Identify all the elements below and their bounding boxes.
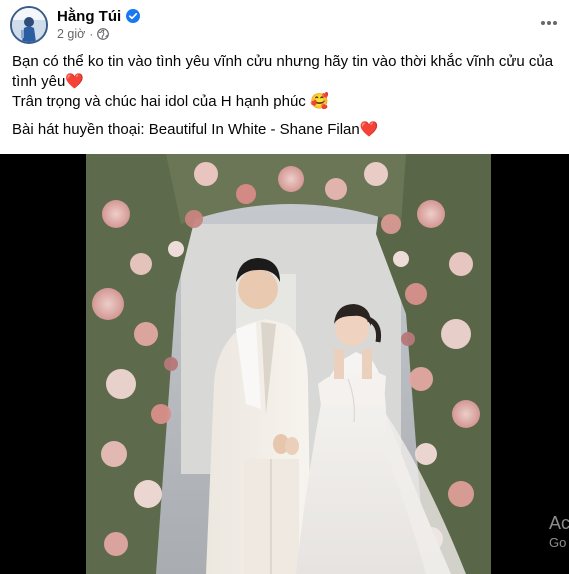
post-media[interactable]: Ac Go [0, 154, 569, 574]
author-avatar[interactable] [10, 6, 48, 44]
post-meta: 2 giờ · [57, 27, 110, 41]
message-line: Bài hát huyền thoại: Beautiful In White … [12, 121, 379, 138]
message-line: Bạn có thể ko tin vào tình yêu vĩnh cửu … [12, 53, 554, 90]
more-horizontal-icon [541, 21, 557, 25]
verified-badge-icon [126, 9, 141, 23]
more-options-button[interactable] [538, 12, 560, 34]
post-message: Bạn có thể ko tin vào tình yêu vĩnh cửu … [12, 52, 557, 140]
smiling-face-with-hearts-emoji: 🥰 [309, 93, 329, 110]
post-time[interactable]: 2 giờ [57, 27, 85, 41]
wedding-photo[interactable] [86, 154, 491, 574]
meta-separator: · [89, 27, 94, 41]
globe-icon[interactable] [97, 28, 110, 40]
red-heart-emoji: ❤️ [65, 73, 85, 90]
author-name[interactable]: Hằng Túi [57, 8, 121, 25]
post-header: Hằng Túi 2 giờ · [0, 0, 569, 48]
message-line: Trân trọng và chúc hai idol của H hạnh p… [12, 93, 329, 110]
activate-windows-watermark: Ac Go [549, 513, 569, 550]
red-heart-emoji: ❤️ [359, 121, 379, 138]
